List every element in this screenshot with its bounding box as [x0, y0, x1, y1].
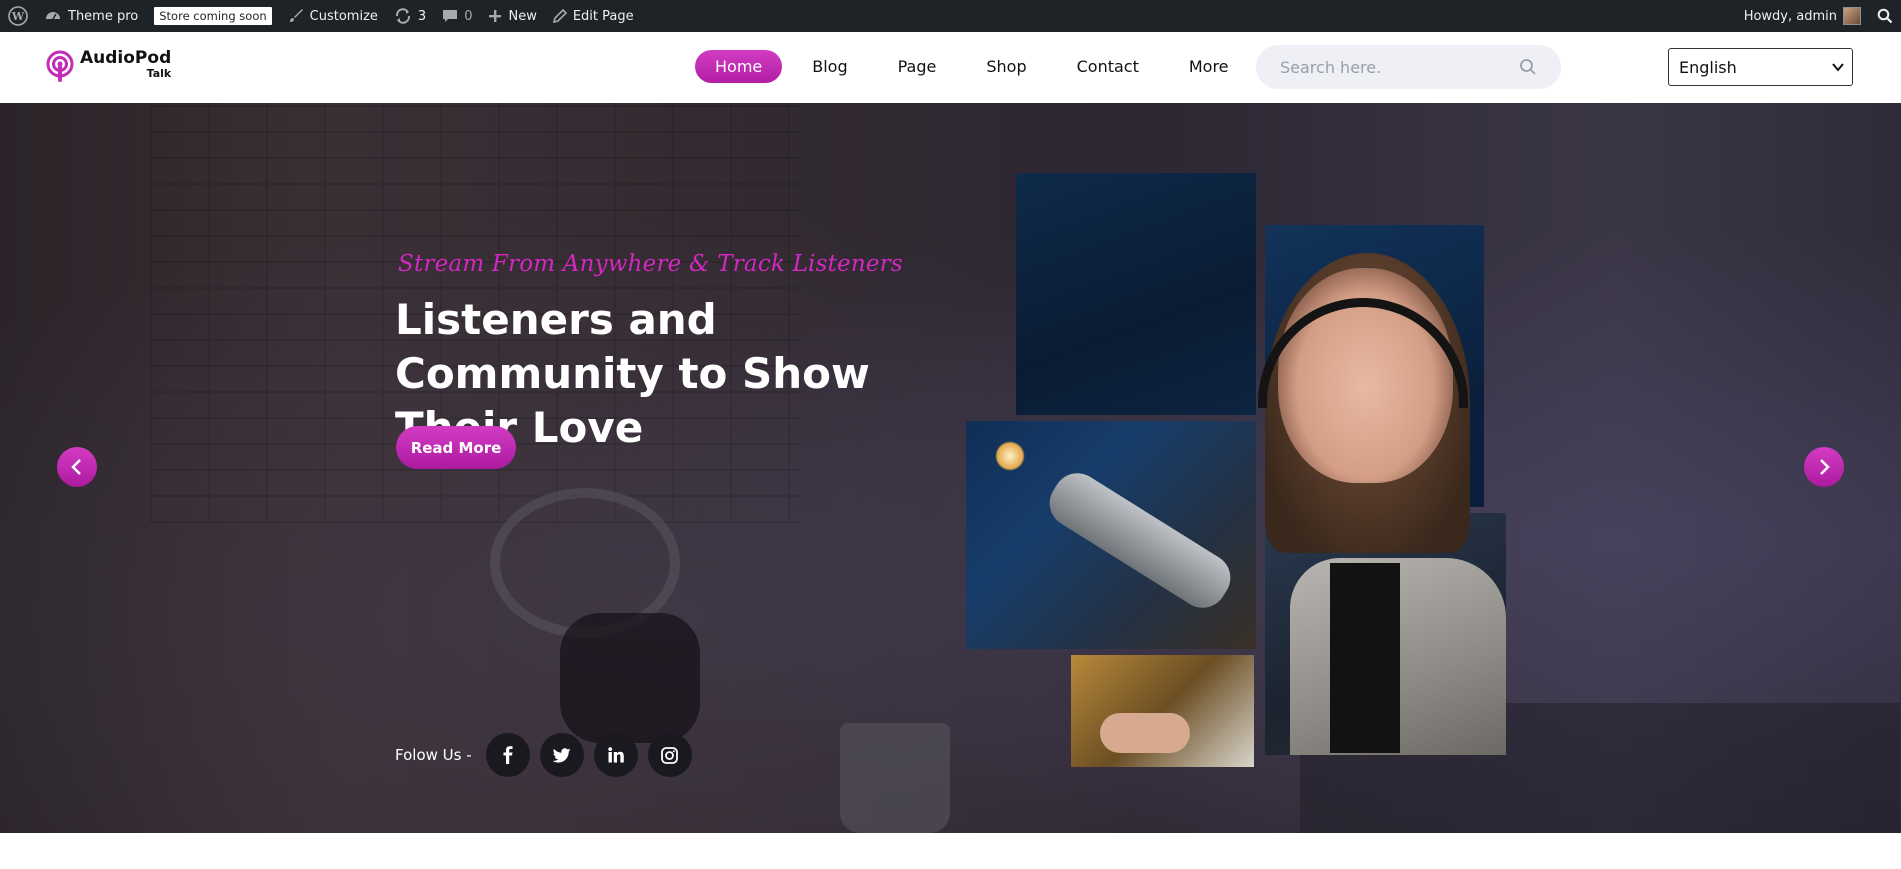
site-name-label: Theme pro [68, 8, 139, 24]
store-status-badge: Store coming soon [154, 7, 272, 25]
comments-count: 0 [464, 8, 473, 24]
new-content-link[interactable]: New [480, 0, 544, 32]
customize-label: Customize [309, 8, 378, 24]
twitter-icon [552, 747, 571, 762]
wordpress-icon: W [8, 6, 28, 26]
logo-text: AudioPod Talk [80, 48, 172, 80]
slider-prev-button[interactable] [57, 447, 97, 487]
search-input[interactable] [1280, 57, 1519, 77]
svg-text:W: W [11, 10, 25, 23]
nav-item-page[interactable]: Page [878, 50, 957, 83]
comments-link[interactable]: 0 [434, 0, 480, 32]
admin-bar-right: Howdy, admin [1736, 0, 1901, 32]
nav-item-blog[interactable]: Blog [792, 50, 867, 83]
linkedin-icon [607, 747, 624, 763]
customize-link[interactable]: Customize [280, 0, 386, 32]
facebook-icon [503, 746, 513, 764]
search-box [1256, 45, 1561, 89]
nav-item-more[interactable]: More [1169, 50, 1249, 83]
collage-person-shirt [1330, 563, 1400, 753]
nav-item-home[interactable]: Home [695, 50, 783, 83]
updates-count: 3 [417, 8, 427, 24]
admin-bar: W Theme pro Store coming soon Customize … [0, 0, 1901, 32]
nav-item-contact[interactable]: Contact [1057, 50, 1159, 83]
main-navigation: Home Blog Page Shop Contact More [695, 50, 1259, 83]
dashboard-icon [46, 12, 60, 20]
chevron-down-icon [1832, 63, 1844, 72]
edit-page-label: Edit Page [572, 8, 634, 24]
logo-subtitle: Talk [146, 67, 172, 80]
linkedin-link[interactable] [593, 733, 638, 777]
instagram-icon [661, 746, 679, 764]
howdy-label: Howdy, admin [1743, 8, 1837, 24]
edit-page-link[interactable]: Edit Page [545, 0, 642, 32]
twitter-link[interactable] [539, 733, 584, 777]
pencil-icon [552, 9, 567, 23]
instagram-link[interactable] [647, 733, 692, 777]
admin-search-button[interactable] [1869, 0, 1901, 32]
site-header: AudioPod Talk Home Blog Page Shop Contac… [0, 32, 1901, 103]
podcast-logo-icon [46, 50, 74, 82]
my-account-menu[interactable]: Howdy, admin [1736, 0, 1869, 32]
collage-lamp [995, 441, 1025, 471]
language-selected-value: English [1679, 57, 1737, 77]
language-select[interactable]: English [1668, 48, 1853, 86]
new-label: New [508, 8, 537, 24]
chevron-left-icon [71, 459, 81, 475]
updates-icon [395, 8, 410, 24]
follow-label: Folow Us - [395, 746, 472, 764]
store-status-badge-item[interactable]: Store coming soon [146, 0, 279, 32]
logo-title: AudioPod [80, 48, 172, 68]
chevron-right-icon [1820, 459, 1830, 475]
facebook-link[interactable] [485, 733, 530, 777]
hero-slider: Stream From Anywhere & Track Listeners L… [0, 103, 1901, 833]
brush-icon [289, 9, 303, 22]
comment-icon [443, 10, 458, 22]
collage-hand [1100, 713, 1190, 753]
read-more-button[interactable]: Read More [396, 426, 516, 469]
slider-next-button[interactable] [1804, 447, 1844, 487]
hero-background-microphone [560, 613, 700, 743]
social-follow: Folow Us - [395, 733, 692, 777]
collage-tile-1 [1016, 173, 1256, 415]
site-name-menu[interactable]: Theme pro [36, 0, 146, 32]
wordpress-logo-button[interactable]: W [0, 0, 36, 32]
avatar [1843, 7, 1861, 25]
search-icon [1877, 8, 1893, 24]
site-logo[interactable]: AudioPod Talk [46, 50, 171, 84]
plus-icon [489, 10, 502, 22]
updates-link[interactable]: 3 [386, 0, 434, 32]
hero-kicker: Stream From Anywhere & Track Listeners [398, 251, 903, 277]
nav-item-shop[interactable]: Shop [966, 50, 1046, 83]
search-icon[interactable] [1519, 58, 1537, 76]
hero-background-mug [840, 723, 950, 833]
